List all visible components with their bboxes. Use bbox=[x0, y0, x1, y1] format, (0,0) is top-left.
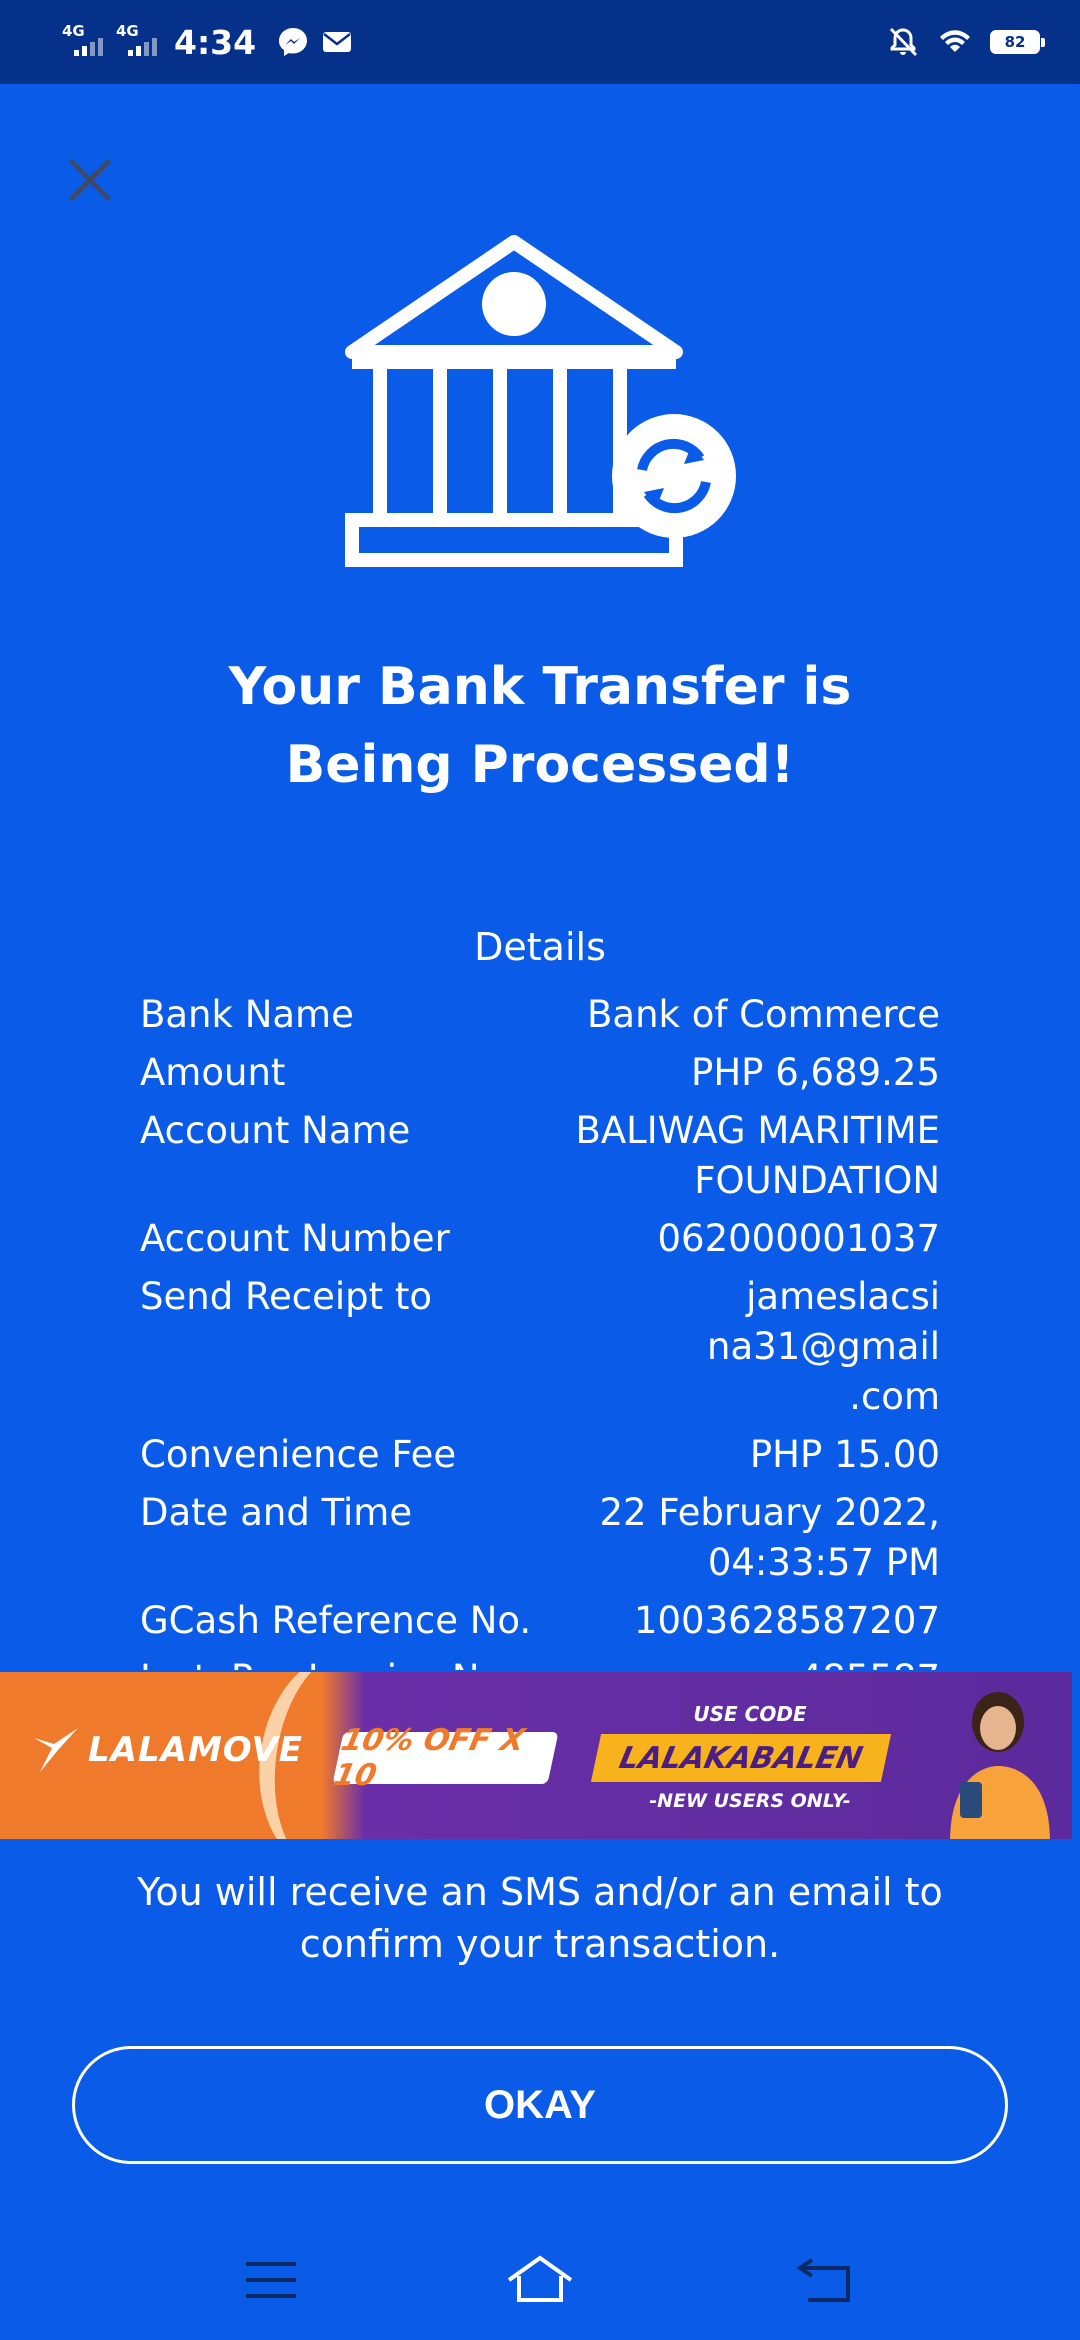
signal-icon: 4G bbox=[114, 22, 158, 62]
detail-row-convenience-fee: Convenience Fee PHP 15.00 bbox=[140, 1430, 940, 1480]
detail-label: Account Number bbox=[140, 1217, 450, 1260]
status-time: 4:34 bbox=[174, 22, 257, 62]
detail-value: PHP 6,689.25 bbox=[691, 1051, 940, 1094]
battery-icon: 82 bbox=[990, 30, 1045, 54]
lalamove-logo-icon bbox=[34, 1728, 78, 1772]
wifi-icon bbox=[940, 30, 970, 52]
home-icon[interactable] bbox=[505, 2250, 575, 2310]
details-list: Bank Name Bank of Commerce Amount PHP 6,… bbox=[140, 990, 940, 1670]
ad-use-code: USE CODE bbox=[693, 1702, 807, 1726]
ad-banner[interactable]: LALAMOVE 10% OFF X 10 USE CODE LALAKABAL… bbox=[0, 1672, 1072, 1839]
detail-value: jameslacsi na31@gmail .com bbox=[707, 1275, 940, 1418]
ad-brand-text: LALAMOVE bbox=[88, 1730, 304, 1770]
navigation-bar bbox=[0, 2220, 1080, 2340]
detail-label: Bank Name bbox=[140, 993, 354, 1036]
detail-label: Date and Time bbox=[140, 1491, 413, 1534]
detail-label: Amount bbox=[140, 1051, 286, 1094]
detail-row-gcash-reference: GCash Reference No. 1003628587207 bbox=[140, 1596, 940, 1646]
detail-label: Send Receipt to bbox=[140, 1275, 433, 1318]
ad-new-users: -NEW USERS ONLY- bbox=[649, 1790, 851, 1812]
detail-row-amount: Amount PHP 6,689.25 bbox=[140, 1048, 940, 1098]
detail-label: Account Name bbox=[140, 1109, 411, 1152]
detail-value: Bank of Commerce bbox=[587, 993, 940, 1036]
detail-label: GCash Reference No. bbox=[140, 1599, 532, 1642]
detail-row-send-receipt: Send Receipt to jameslacsi na31@gmail .c… bbox=[140, 1272, 940, 1422]
detail-row-date-time: Date and Time 22 February 2022, 04:33:57… bbox=[140, 1488, 940, 1588]
detail-value: 22 February 2022, 04:33:57 PM bbox=[599, 1491, 940, 1584]
details-heading: Details bbox=[474, 925, 606, 969]
status-bar: 4G 4G 4:34 82 bbox=[0, 0, 1080, 84]
detail-row-instapay-invoice: InstaPay Invoice No. 485587 bbox=[140, 1654, 940, 1670]
mail-icon bbox=[323, 32, 352, 52]
detail-value: BALIWAG MARITIME FOUNDATION bbox=[575, 1109, 940, 1202]
detail-value: 485587 bbox=[550, 1654, 940, 1670]
detail-label: Convenience Fee bbox=[140, 1433, 457, 1476]
detail-row-account-number: Account Number 062000001037 bbox=[140, 1214, 940, 1264]
okay-button[interactable]: OKAY bbox=[72, 2046, 1008, 2164]
mute-icon bbox=[889, 27, 918, 57]
menu-icon[interactable] bbox=[236, 2250, 306, 2310]
ad-offer: 10% OFF X 10 bbox=[331, 1723, 559, 1793]
ad-promo-code: LALAKABALEN bbox=[590, 1734, 892, 1782]
title-line-2: Being Processed! bbox=[285, 735, 795, 795]
back-icon[interactable] bbox=[790, 2250, 860, 2310]
messenger-icon bbox=[279, 28, 308, 56]
confirmation-message: You will receive an SMS and/or an email … bbox=[137, 1870, 943, 1966]
close-icon[interactable] bbox=[60, 150, 120, 210]
page-title: Your Bank Transfer is Being Processed! bbox=[0, 648, 1080, 804]
detail-row-account-name: Account Name BALIWAG MARITIME FOUNDATION bbox=[140, 1106, 940, 1206]
detail-value: 1003628587207 bbox=[633, 1599, 940, 1642]
detail-row-bank-name: Bank Name Bank of Commerce bbox=[140, 990, 940, 1040]
detail-value: 062000001037 bbox=[657, 1217, 941, 1260]
detail-label: InstaPay Invoice No. bbox=[140, 1654, 550, 1670]
bank-transfer-icon bbox=[345, 235, 736, 567]
title-line-1: Your Bank Transfer is bbox=[228, 657, 852, 717]
signal-icon: 4G bbox=[60, 22, 104, 62]
ad-model-image bbox=[950, 1692, 1050, 1839]
detail-value: PHP 15.00 bbox=[749, 1433, 940, 1476]
ad-brand: LALAMOVE bbox=[30, 1724, 303, 1776]
